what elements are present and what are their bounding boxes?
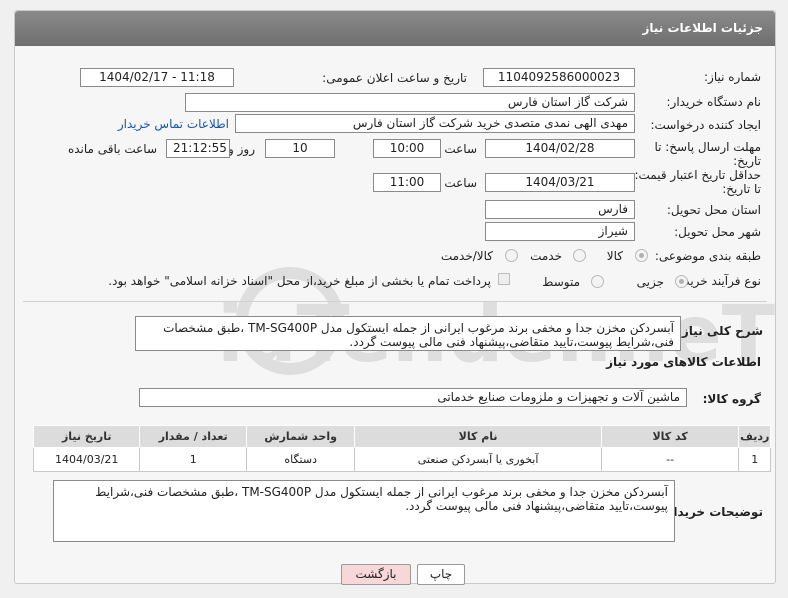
process-label: نوع فرآیند خرید :	[676, 274, 761, 288]
treasury-payment-note: پرداخت تمام یا بخشی از مبلغ خرید،از محل …	[108, 274, 491, 288]
category-radio-goods-service[interactable]	[505, 249, 518, 262]
table-row: 1 -- آبخوری یا آبسردکن صنعتی دستگاه 1 14…	[32, 447, 771, 472]
goods-group-field[interactable]: ماشین آلات و تجهیزات و ملزومات صنایع خدم…	[139, 388, 687, 407]
category-radio-goods[interactable]	[635, 249, 648, 262]
buyer-notes-textarea[interactable]: آبسردکن مخزن جدا و مخفی برند مرغوب ایران…	[53, 480, 675, 542]
buyer-notes-label: توضیحات خریدار:	[661, 505, 763, 519]
creator-field[interactable]: مهدی الهی نمدی متصدی خرید شرکت گاز استان…	[235, 114, 635, 133]
section-divider	[23, 301, 767, 302]
days-label: روز و	[228, 142, 255, 156]
print-button[interactable]: چاپ	[417, 564, 465, 585]
need-number-label: شماره نیاز:	[704, 70, 761, 84]
col-row-number: ردیف	[738, 425, 771, 448]
category-radio-service[interactable]	[573, 249, 586, 262]
col-need-date: تاریخ نیاز	[32, 425, 141, 448]
announce-label: تاریخ و ساعت اعلان عمومی:	[322, 71, 467, 85]
goods-section-title: اطلاعات کالاهای مورد نیاز	[606, 355, 761, 369]
deadline-label: مهلت ارسال پاسخ: تا	[654, 140, 761, 154]
creator-label: ایجاد کننده درخواست:	[650, 118, 761, 132]
col-item-name: نام کالا	[354, 425, 602, 448]
remaining-time-field[interactable]: 21:12:55	[166, 139, 230, 158]
price-time-label: ساعت	[444, 176, 477, 190]
price-validity-date-label: تا تاریخ:	[722, 182, 761, 196]
city-field[interactable]: شیراز	[485, 222, 635, 241]
category-option-goods-service: کالا/خدمت	[440, 249, 493, 263]
cell-unit: دستگاه	[245, 447, 356, 472]
cell-need-date: 1404/03/21	[32, 447, 141, 472]
col-quantity: تعداد / مقدار	[139, 425, 247, 448]
back-button[interactable]: بازگشت	[341, 564, 411, 585]
goods-group-label: گروه کالا:	[702, 392, 761, 406]
buyer-org-field[interactable]: شرکت گاز استان فارس	[185, 93, 635, 112]
process-option-minor: جزیی	[636, 275, 664, 289]
days-remaining-field[interactable]: 10	[265, 139, 335, 158]
category-label: طبقه بندی موضوعی:	[654, 249, 761, 263]
description-textarea[interactable]: آبسردکن مخزن جدا و مخفی برند مرغوب ایران…	[135, 316, 681, 351]
remaining-time-label: ساعت باقی مانده	[67, 142, 157, 156]
col-item-code: کد کالا	[600, 425, 740, 448]
panel-title: جزئیات اطلاعات نیاز	[15, 11, 775, 46]
cell-row-number: 1	[738, 447, 771, 472]
treasury-payment-checkbox[interactable]	[498, 273, 510, 285]
need-details-panel: جزئیات اطلاعات نیاز AriaTender.neT شماره…	[14, 10, 776, 585]
category-option-goods: کالا	[606, 249, 623, 263]
province-label: استان محل تحویل:	[666, 203, 761, 217]
price-date-field[interactable]: 1404/03/21	[485, 173, 635, 192]
price-validity-label: حداقل تاریخ اعتبار قیمت:	[634, 168, 761, 182]
process-option-medium: متوسط	[542, 275, 580, 289]
price-time-field[interactable]: 11:00	[373, 173, 441, 192]
buyer-org-label: نام دستگاه خریدار:	[666, 95, 762, 109]
deadline-date-field[interactable]: 1404/02/28	[485, 139, 635, 158]
goods-table-header: ردیف کد کالا نام کالا واحد شمارش تعداد /…	[32, 425, 771, 448]
cell-item-name: آبخوری یا آبسردکن صنعتی	[354, 447, 602, 472]
process-radio-minor[interactable]	[675, 275, 688, 288]
col-unit: واحد شمارش	[245, 425, 356, 448]
cell-quantity: 1	[139, 447, 247, 472]
goods-table: ردیف کد کالا نام کالا واحد شمارش تعداد /…	[32, 425, 771, 472]
process-radio-medium[interactable]	[591, 275, 604, 288]
city-label: شهر محل تحویل:	[674, 225, 761, 239]
deadline-time-label: ساعت	[444, 142, 477, 156]
deadline-label-date: تاریخ:	[733, 154, 761, 168]
deadline-time-field[interactable]: 10:00	[373, 139, 441, 158]
announce-date-field[interactable]: 1404/02/17 - 11:18	[80, 68, 234, 87]
province-field[interactable]: فارس	[485, 200, 635, 219]
need-number-field[interactable]: 1104092586000023	[483, 68, 635, 87]
category-option-service: خدمت	[530, 249, 562, 263]
buyer-contact-link[interactable]: اطلاعات تماس خریدار	[118, 117, 229, 131]
cell-item-code: --	[600, 447, 740, 472]
description-label: شرح کلی نیاز:	[677, 324, 763, 338]
